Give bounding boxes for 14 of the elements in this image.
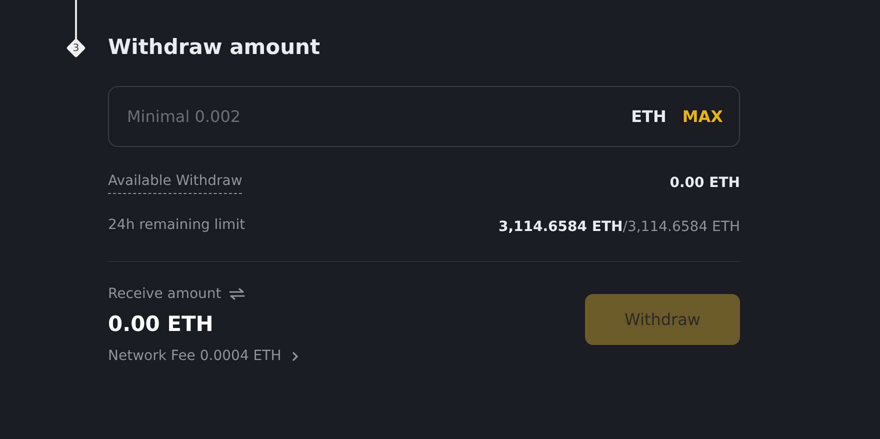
receive-amount: 0.00 ETH bbox=[108, 312, 214, 336]
info-value: 0.00 ETH bbox=[670, 175, 740, 191]
max-button[interactable]: MAX bbox=[682, 107, 723, 126]
info-label: Available Withdraw bbox=[108, 172, 242, 194]
receive-amount-label: Receive amount bbox=[108, 286, 222, 302]
section-title: Withdraw amount bbox=[108, 34, 322, 61]
amount-input-field[interactable]: Minimal 0.002 ETH MAX bbox=[108, 86, 740, 147]
swap-icon[interactable] bbox=[229, 288, 246, 300]
info-label: 24h remaining limit bbox=[108, 217, 246, 235]
info-value: 3,114.6584 ETH/3,114.6584 ETH bbox=[498, 219, 740, 235]
network-fee-link[interactable]: Network Fee 0.0004 ETH bbox=[108, 348, 300, 364]
currency-label: ETH bbox=[631, 107, 666, 126]
chevron-right-icon bbox=[291, 350, 300, 362]
step-number-badge: 3 bbox=[66, 38, 86, 58]
